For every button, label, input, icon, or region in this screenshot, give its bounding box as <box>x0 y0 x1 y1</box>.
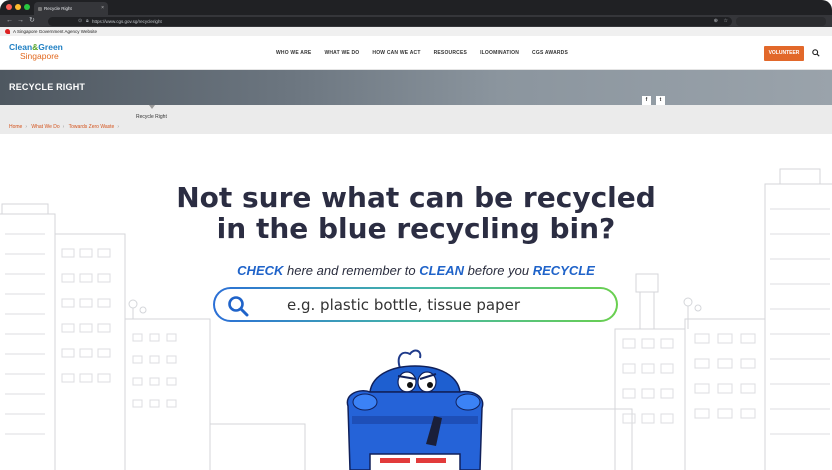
nav-how-can-we-act[interactable]: HOW CAN WE ACT <box>372 50 420 56</box>
minimize-window-button[interactable] <box>15 4 21 10</box>
twitter-icon[interactable]: t <box>656 96 665 105</box>
breadcrumb-separator: › <box>62 124 65 130</box>
breadcrumb: Home › What We Do › Towards Zero Waste › <box>9 124 122 130</box>
breadcrumb-separator: › <box>25 124 28 130</box>
breadcrumb-what-we-do[interactable]: What We Do <box>31 124 59 130</box>
site-header: Clean&Green Singapore WHO WE ARE WHAT WE… <box>0 36 832 70</box>
breadcrumb-home[interactable]: Home <box>9 124 22 130</box>
nav-what-we-do[interactable]: WHAT WE DO <box>324 50 359 56</box>
recycling-bin-mascot <box>346 349 484 470</box>
close-window-button[interactable] <box>6 4 12 10</box>
tagline-text2: before you <box>464 263 533 278</box>
site-info-icon[interactable]: ⊙ <box>78 17 82 26</box>
window-controls <box>6 4 30 10</box>
favicon-icon <box>38 7 42 11</box>
lock-icon: 🔒︎ <box>86 18 89 24</box>
headline-line1: Not sure what can be recycled <box>176 181 656 214</box>
nav-iloomination[interactable]: ILOOMINATION <box>480 50 519 56</box>
browser-toolbar: ← → ↻ ⊙ 🔒︎ https://www.cgs.gov.sg/recycl… <box>0 15 832 27</box>
main-content: Not sure what can be recycled in the blu… <box>0 134 832 470</box>
bookmark-star-icon[interactable]: ☆ <box>724 17 728 26</box>
headline-line2: in the blue recycling bin? <box>216 212 616 245</box>
facebook-icon[interactable]: f <box>642 96 651 105</box>
browser-tab[interactable]: Recycle Right × <box>34 2 108 15</box>
tagline-check: CHECK <box>237 263 284 278</box>
main-nav: WHO WE ARE WHAT WE DO HOW CAN WE ACT RES… <box>276 50 568 56</box>
arrow-right-icon[interactable]: → <box>17 16 24 26</box>
tab-title: Recycle Right <box>44 6 72 11</box>
tagline-clean: CLEAN <box>419 263 465 278</box>
nav-cgs-awards[interactable]: CGS AWARDS <box>532 50 568 56</box>
search-icon[interactable] <box>812 49 820 57</box>
gov-banner-text: A Singapore Government Agency Website <box>13 29 97 34</box>
nav-resources[interactable]: RESOURCES <box>434 50 467 56</box>
merlion-icon <box>5 29 10 34</box>
address-bar[interactable]: ⊙ 🔒︎ https://www.cgs.gov.sg/recycleright… <box>48 17 732 26</box>
site-logo[interactable]: Clean&Green Singapore <box>9 43 63 61</box>
sub-navigation: Recycle Right Home › What We Do › Towards … <box>0 105 832 134</box>
tagline-recycle: RECYCLE <box>532 263 595 278</box>
gov-banner: A Singapore Government Agency Website <box>0 27 832 36</box>
page-title: RECYCLE RIGHT <box>9 82 86 92</box>
extensions-area[interactable] <box>736 17 826 26</box>
browser-titlebar: Recycle Right × <box>0 0 832 15</box>
recyclable-search-box[interactable] <box>213 287 618 322</box>
breadcrumb-towards-zero-waste[interactable]: Towards Zero Waste <box>69 124 115 130</box>
active-caret-icon <box>149 105 155 109</box>
share-page-icon[interactable]: ⊕ <box>714 17 718 26</box>
logo-line2: Singapore <box>20 51 59 61</box>
tagline-text1: here and remember to <box>283 263 420 278</box>
page-hero: RECYCLE RIGHT f t <box>0 70 832 105</box>
reload-icon[interactable]: ↻ <box>29 16 35 26</box>
search-icon[interactable] <box>227 295 249 317</box>
arrow-left-icon[interactable]: ← <box>6 16 13 26</box>
breadcrumb-separator: › <box>117 124 119 130</box>
close-tab-icon[interactable]: × <box>101 2 104 15</box>
subnav-item-recycle-right[interactable]: Recycle Right <box>136 114 167 120</box>
nav-who-we-are[interactable]: WHO WE ARE <box>276 50 311 56</box>
page-headline: Not sure what can be recycled in the blu… <box>0 182 832 244</box>
search-input[interactable] <box>287 296 607 314</box>
browser-window: Recycle Right × ← → ↻ ⊙ 🔒︎ https://www.c… <box>0 0 832 470</box>
maximize-window-button[interactable] <box>24 4 30 10</box>
tagline: CHECK here and remember to CLEAN before … <box>0 263 832 278</box>
url-text: https://www.cgs.gov.sg/recycleright <box>92 19 162 24</box>
volunteer-button[interactable]: VOLUNTEER <box>764 46 804 61</box>
